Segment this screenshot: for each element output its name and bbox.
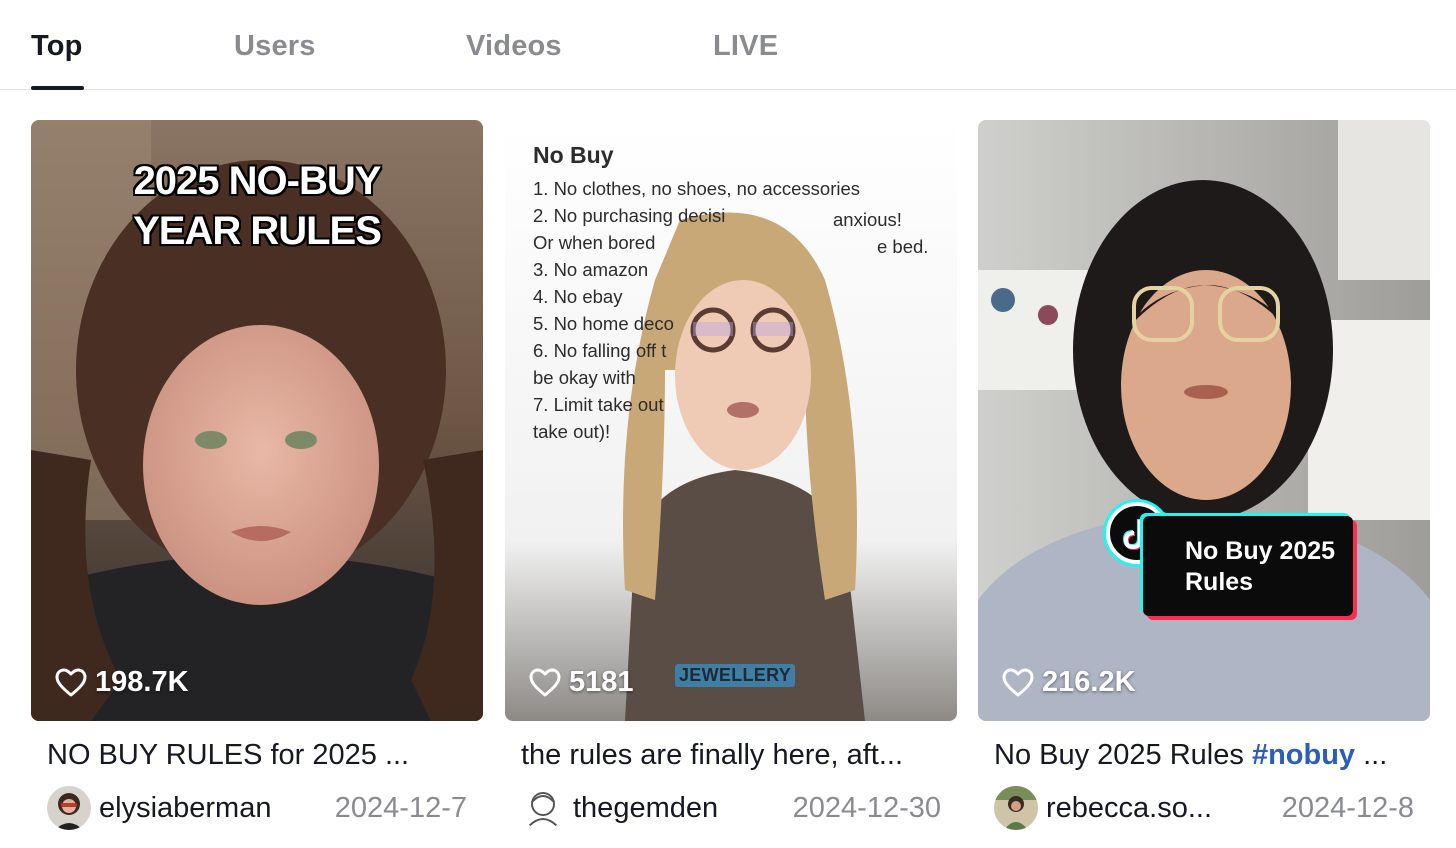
avatar[interactable] <box>994 786 1038 830</box>
like-count-text: 216.2K <box>1042 666 1136 698</box>
tab-users[interactable]: Users <box>234 30 316 63</box>
username[interactable]: rebecca.so... <box>1046 792 1212 825</box>
note-line: be okay with <box>533 367 636 388</box>
video-caption[interactable]: NO BUY RULES for 2025 ... <box>31 739 471 772</box>
tab-videos[interactable]: Videos <box>466 30 562 63</box>
avatar-image <box>994 786 1038 830</box>
video-meta: thegemden 2024-12-30 <box>505 786 957 830</box>
video-card[interactable]: No Buy 2025 Rules 216.2K No Buy 2025 Rul… <box>978 120 1430 830</box>
brand-tag: JEWELLERY <box>675 664 796 687</box>
hashtag-link[interactable]: #nobuy <box>1252 739 1355 771</box>
search-result-tabs: Top Users Videos LIVE <box>0 0 1456 90</box>
post-date: 2024-12-7 <box>334 791 467 824</box>
video-meta: elysiaberman 2024-12-7 <box>31 786 483 830</box>
video-thumbnail[interactable]: No Buy 2025 Rules 216.2K <box>978 120 1430 721</box>
note-line: 5. No home deco <box>533 313 674 334</box>
like-count: 5181 <box>529 666 634 699</box>
avatar[interactable] <box>521 786 565 830</box>
username[interactable]: elysiaberman <box>99 792 271 825</box>
like-count-text: 198.7K <box>95 666 189 698</box>
sticker-line1: No Buy 2025 <box>1185 537 1336 565</box>
overlay-title-line1: 2025 NO-BUY <box>133 159 382 203</box>
heart-icon <box>1002 668 1034 696</box>
note-fragment: e bed. <box>877 236 929 257</box>
username[interactable]: thegemden <box>573 792 718 825</box>
overlay-title-line2: YEAR RULES <box>133 209 382 253</box>
avatar-image <box>521 786 565 830</box>
note-line: 4. No ebay <box>533 286 623 307</box>
tab-live[interactable]: LIVE <box>713 30 778 63</box>
active-tab-indicator <box>31 86 84 90</box>
caption-text: No Buy 2025 Rules <box>994 739 1252 771</box>
note-line: 6. No falling off t <box>533 340 667 361</box>
like-count: 198.7K <box>55 666 189 699</box>
note-line: 2. No purchasing decisi <box>533 205 726 226</box>
heart-icon <box>55 668 87 696</box>
tab-top[interactable]: Top <box>31 30 83 63</box>
title-sticker: No Buy 2025 Rules <box>1143 516 1353 616</box>
video-caption[interactable]: No Buy 2025 Rules #nobuy ... <box>978 739 1418 772</box>
note-line: 7. Limit take out <box>533 394 664 415</box>
avatar-image <box>47 786 91 830</box>
note-line: take out)! <box>533 421 611 442</box>
video-thumbnail-art <box>978 120 1430 721</box>
caption-ellipsis: ... <box>1355 739 1388 771</box>
video-caption[interactable]: the rules are finally here, aft... <box>505 739 945 772</box>
video-card[interactable]: No Buy 1. No clothes, no shoes, no acces… <box>505 120 957 830</box>
avatar[interactable] <box>47 786 91 830</box>
note-fragment: anxious! <box>833 209 902 230</box>
sticker-line2: Rules <box>1185 568 1254 596</box>
note-line: 1. No clothes, no shoes, no accessories <box>533 178 861 199</box>
heart-icon <box>529 668 561 696</box>
like-count-text: 5181 <box>569 666 634 698</box>
video-thumbnail[interactable]: No Buy 1. No clothes, no shoes, no acces… <box>505 120 957 721</box>
note-line: 3. No amazon <box>533 259 649 280</box>
video-card[interactable]: 2025 NO-BUY YEAR RULES 198.7K NO BUY RUL… <box>31 120 483 830</box>
note-line: Or when bored <box>533 232 656 253</box>
post-date: 2024-12-30 <box>792 791 941 824</box>
note-document: No Buy 1. No clothes, no shoes, no acces… <box>533 142 860 445</box>
note-title: No Buy <box>533 142 614 168</box>
post-date: 2024-12-8 <box>1281 791 1414 824</box>
video-meta: rebecca.so... 2024-12-8 <box>978 786 1430 830</box>
like-count: 216.2K <box>1002 666 1136 699</box>
video-thumbnail[interactable]: 2025 NO-BUY YEAR RULES 198.7K <box>31 120 483 721</box>
